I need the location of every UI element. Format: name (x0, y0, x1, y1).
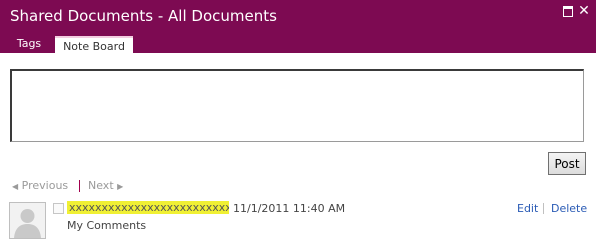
avatar-placeholder-icon (9, 202, 46, 239)
pager-divider (79, 180, 80, 192)
previous-link[interactable]: ◀ Previous (12, 179, 68, 192)
maximize-icon[interactable] (562, 5, 574, 17)
note-select-checkbox[interactable] (53, 203, 64, 214)
delete-link[interactable]: Delete (551, 202, 587, 215)
next-link[interactable]: Next ▶ (88, 179, 123, 192)
dialog-titlebar: Shared Documents - All Documents ✕ Tags … (0, 0, 596, 55)
previous-arrow-icon: ◀ (12, 182, 19, 191)
edit-link[interactable]: Edit (517, 202, 538, 215)
note-timestamp: 11/1/2011 11:40 AM (233, 202, 346, 215)
tab-note-board[interactable]: Note Board (55, 36, 133, 55)
previous-label: Previous (21, 179, 69, 192)
note-comment: My Comments (67, 219, 147, 232)
action-divider (543, 203, 544, 214)
note-author[interactable]: xxxxxxxxxxxxxxxxxxxxxxxxxxx (67, 201, 229, 214)
tab-tags[interactable]: Tags (10, 35, 48, 53)
note-input[interactable] (10, 69, 584, 142)
dialog-title: Shared Documents - All Documents (10, 7, 277, 25)
post-button[interactable]: Post (548, 152, 586, 175)
next-label: Next (88, 179, 114, 192)
close-icon[interactable]: ✕ (578, 4, 590, 18)
next-arrow-icon: ▶ (117, 182, 124, 191)
